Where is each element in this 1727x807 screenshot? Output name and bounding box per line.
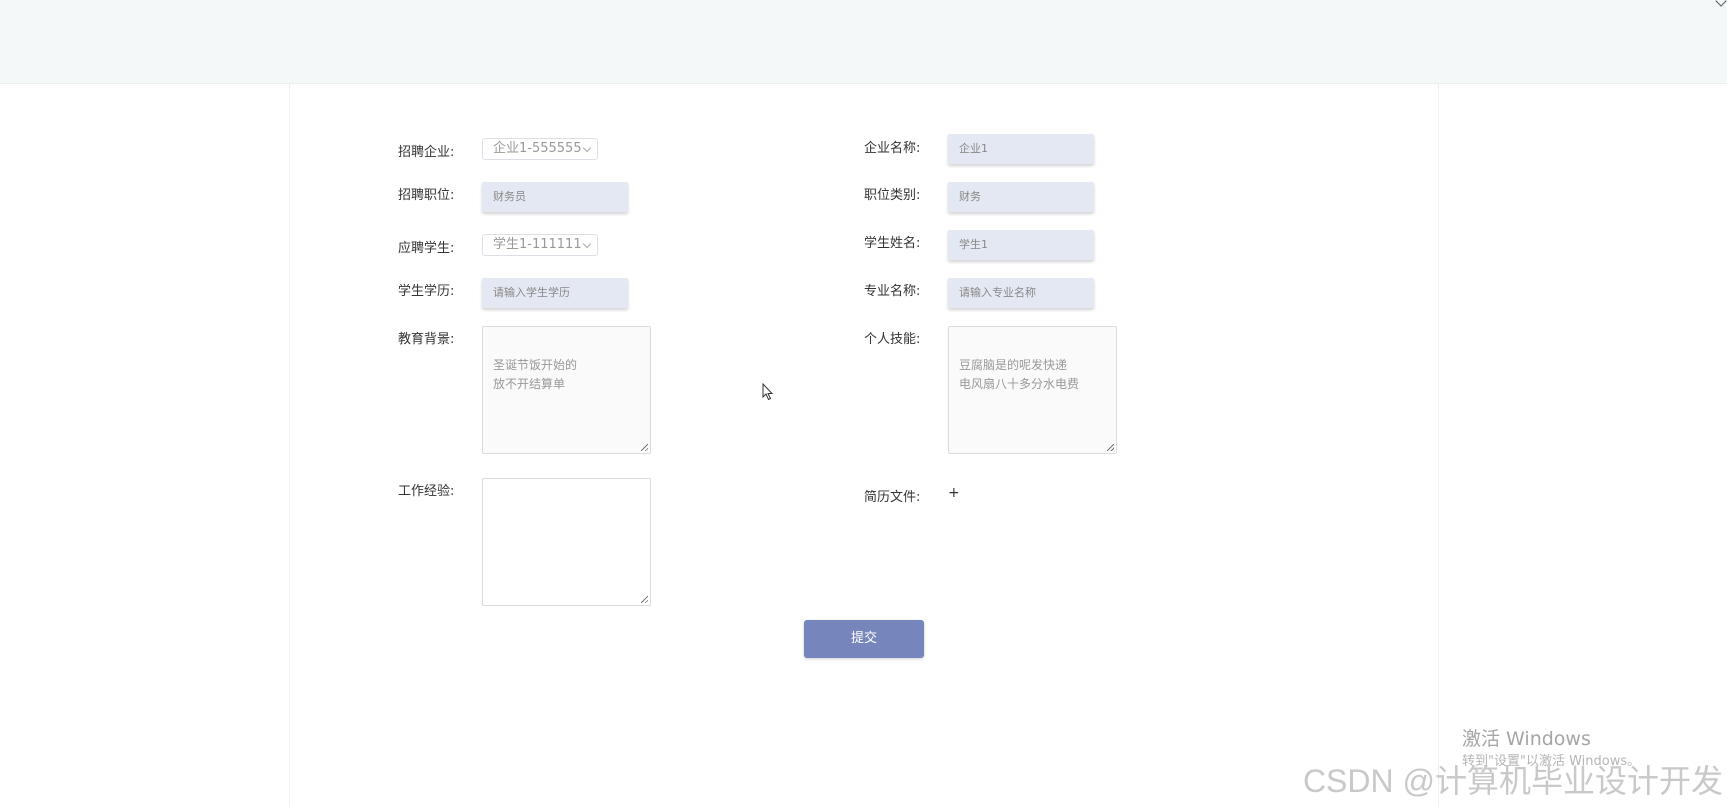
company-select[interactable]: 企业1-555555	[482, 138, 598, 160]
student-select-label: 应聘学生:	[398, 241, 455, 256]
experience-label: 工作经验:	[398, 484, 455, 499]
company-name-label: 企业名称:	[864, 141, 921, 156]
submit-button[interactable]: 提交	[804, 620, 924, 658]
chevron-down-icon	[582, 143, 592, 153]
background-textarea[interactable]: 圣诞节饭开始的 放不开结算单	[482, 326, 651, 454]
education-label: 学生学历:	[398, 284, 455, 299]
company-name-input[interactable]: 企业1	[948, 134, 1094, 164]
experience-textarea[interactable]	[482, 478, 651, 606]
resize-handle-icon[interactable]	[1107, 444, 1114, 451]
category-input[interactable]: 财务	[948, 182, 1094, 212]
education-input[interactable]: 请输入学生学历	[482, 278, 628, 308]
skills-label: 个人技能:	[864, 332, 921, 347]
chevron-down-icon	[582, 239, 592, 249]
position-label: 招聘职位:	[398, 188, 455, 203]
company-select-value: 企业1-555555	[493, 141, 582, 156]
background-label: 教育背景:	[398, 332, 455, 347]
major-input[interactable]: 请输入专业名称	[948, 278, 1094, 308]
student-name-label: 学生姓名:	[864, 236, 921, 251]
resume-label: 简历文件:	[864, 490, 921, 505]
skills-text: 豆腐脑是的呢发快递 电风扇八十多分水电费	[959, 358, 1080, 391]
background-text: 圣诞节饭开始的 放不开结算单	[493, 358, 578, 391]
resume-upload-plus-icon[interactable]: +	[948, 485, 960, 501]
chevron-icon[interactable]	[1715, 0, 1727, 7]
major-label: 专业名称:	[864, 284, 921, 299]
mouse-cursor-icon	[762, 383, 774, 401]
skills-textarea[interactable]: 豆腐脑是的呢发快递 电风扇八十多分水电费	[948, 326, 1117, 454]
company-select-label: 招聘企业:	[398, 145, 455, 160]
student-select[interactable]: 学生1-111111	[482, 234, 598, 256]
position-input[interactable]: 财务员	[482, 182, 628, 212]
windows-activation-title: 激活 Windows	[1462, 728, 1591, 750]
resize-handle-icon[interactable]	[641, 596, 648, 603]
category-label: 职位类别:	[864, 188, 921, 203]
csdn-watermark: CSDN @计算机毕业设计开发	[1302, 763, 1723, 799]
student-name-input[interactable]: 学生1	[948, 230, 1094, 260]
resize-handle-icon[interactable]	[641, 444, 648, 451]
top-header-bar	[0, 0, 1727, 84]
student-select-value: 学生1-111111	[493, 237, 582, 252]
